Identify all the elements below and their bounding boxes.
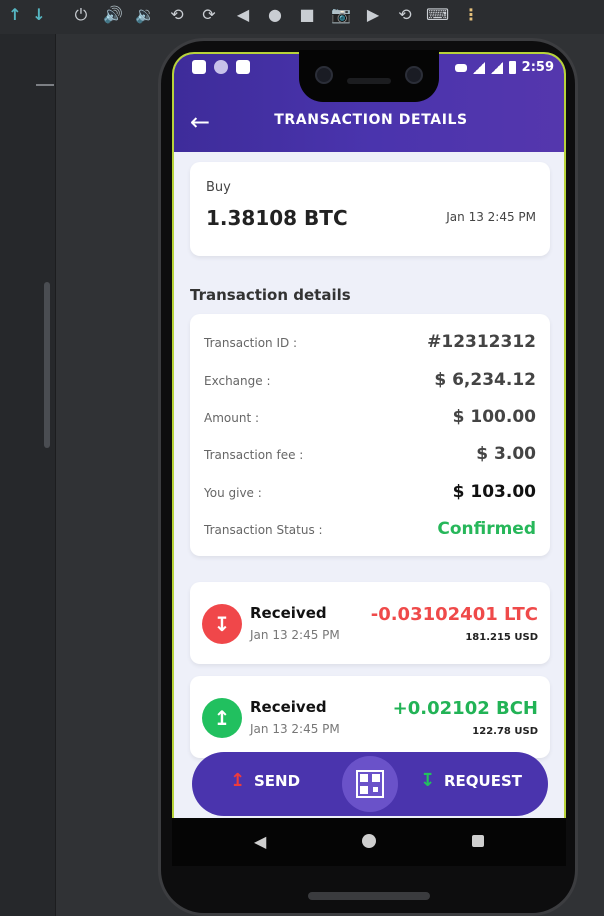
detail-value: #12312312 xyxy=(427,332,536,352)
request-arrow-icon: ↧ xyxy=(419,770,436,791)
transaction-label: Received xyxy=(250,604,327,622)
nav-back-icon[interactable]: ◀ xyxy=(254,832,266,851)
qr-code-icon xyxy=(356,770,384,798)
app-screen: 2:59 ← TRANSACTION DETAILS Buy 1.38108 B… xyxy=(172,52,566,818)
transaction-label: Received xyxy=(250,698,327,716)
nav-home-icon[interactable] xyxy=(362,834,376,848)
request-button[interactable]: ↧ REQUEST xyxy=(420,770,522,791)
detail-label: Transaction ID : xyxy=(204,336,298,350)
volume-down-icon[interactable]: 🔉 xyxy=(134,4,156,26)
detail-value: $ 6,234.12 xyxy=(434,370,536,390)
arrow-up-icon: ↥ xyxy=(202,698,242,738)
battery-icon xyxy=(508,61,516,74)
keyboard-icon[interactable]: ⌨ xyxy=(426,4,449,26)
front-camera-icon xyxy=(405,66,423,84)
trade-amount: 1.38108 BTC xyxy=(206,206,348,230)
transaction-details-card: Transaction ID : #12312312 Exchange : $ … xyxy=(190,314,550,556)
back-icon[interactable]: ◀ xyxy=(232,4,254,26)
transaction-amount: +0.02102 BCH xyxy=(392,698,538,719)
nav-recents-icon[interactable] xyxy=(472,835,484,847)
restore-icon[interactable]: ⟲ xyxy=(394,4,416,26)
more-options-icon[interactable]: ⋮ xyxy=(460,4,482,26)
transaction-date: Jan 13 2:45 PM xyxy=(250,722,340,736)
arrow-down-icon[interactable]: ↓ xyxy=(28,4,50,26)
bottom-action-bar: ↥ SEND ↧ REQUEST xyxy=(192,752,548,816)
transaction-usd-value: 122.78 USD xyxy=(472,726,538,737)
send-label: SEND xyxy=(254,771,301,790)
status-badge: Confirmed xyxy=(437,519,536,539)
transaction-list-item[interactable]: ↥ Received Jan 13 2:45 PM +0.02102 BCH 1… xyxy=(190,676,550,758)
android-navigation-bar: ◀ xyxy=(172,818,566,866)
detail-row-you-give: You give : $ 103.00 xyxy=(204,482,536,504)
phone-notch xyxy=(299,50,439,102)
detail-row-transaction-id: Transaction ID : #12312312 xyxy=(204,332,536,354)
detail-row-exchange: Exchange : $ 6,234.12 xyxy=(204,370,536,392)
request-label: REQUEST xyxy=(443,771,522,790)
page-title: TRANSACTION DETAILS xyxy=(274,112,468,128)
trade-type: Buy xyxy=(206,180,231,195)
trade-date: Jan 13 2:45 PM xyxy=(446,210,536,224)
status-time: 2:59 xyxy=(521,60,554,75)
arrow-down-icon: ↧ xyxy=(202,604,242,644)
transaction-usd-value: 181.215 USD xyxy=(465,632,538,643)
front-camera-icon xyxy=(315,66,333,84)
link-icon xyxy=(192,60,206,74)
detail-row-transaction-fee: Transaction fee : $ 3.00 xyxy=(204,444,536,466)
overview-icon[interactable]: ■ xyxy=(296,4,318,26)
volume-up-icon[interactable]: 🔊 xyxy=(102,4,124,26)
camera-icon[interactable]: 📷 xyxy=(330,4,352,26)
section-title: Transaction details xyxy=(190,286,351,304)
cell-signal-icon xyxy=(490,61,503,74)
send-arrow-icon: ↥ xyxy=(230,770,246,791)
ide-sidebar xyxy=(0,34,56,916)
wifi-icon xyxy=(472,61,485,74)
rotate-left-icon[interactable]: ⟲ xyxy=(166,4,188,26)
bottom-speaker-grille xyxy=(308,892,430,900)
home-icon[interactable]: ● xyxy=(264,4,286,26)
app-notification-icon xyxy=(214,60,228,74)
transaction-amount: -0.03102401 LTC xyxy=(370,604,538,625)
detail-value: $ 100.00 xyxy=(452,407,536,427)
detail-row-transaction-status: Transaction Status : Confirmed xyxy=(204,519,536,541)
arrow-up-icon[interactable]: ↑ xyxy=(4,4,26,26)
video-icon[interactable]: ▶ xyxy=(362,4,384,26)
detail-row-amount: Amount : $ 100.00 xyxy=(204,407,536,429)
detail-value: $ 3.00 xyxy=(476,444,536,464)
emulator-toolbar: ↑ ↓ ⏻ 🔊 🔉 ⟲ ⟳ ◀ ● ■ 📷 ▶ ⟲ ⌨ ⋮ xyxy=(0,0,604,34)
detail-label: You give : xyxy=(204,486,262,500)
buy-summary-card: Buy 1.38108 BTC Jan 13 2:45 PM xyxy=(190,162,550,256)
detail-label: Amount : xyxy=(204,411,260,425)
sd-card-icon xyxy=(236,60,250,74)
detail-value: $ 103.00 xyxy=(452,482,536,502)
detail-label: Transaction fee : xyxy=(204,448,304,462)
sidebar-scrollbar[interactable] xyxy=(44,282,50,448)
earpiece-speaker xyxy=(347,78,391,84)
detail-label: Exchange : xyxy=(204,374,271,388)
send-button[interactable]: ↥ SEND xyxy=(230,770,300,791)
transaction-date: Jan 13 2:45 PM xyxy=(250,628,340,642)
sidebar-divider xyxy=(36,84,54,86)
qr-scan-button[interactable] xyxy=(342,756,398,812)
vpn-key-icon xyxy=(454,63,467,72)
transaction-list-item[interactable]: ↧ Received Jan 13 2:45 PM -0.03102401 LT… xyxy=(190,582,550,664)
power-icon[interactable]: ⏻ xyxy=(70,4,92,26)
rotate-right-icon[interactable]: ⟳ xyxy=(198,4,220,26)
detail-label: Transaction Status : xyxy=(204,523,323,537)
